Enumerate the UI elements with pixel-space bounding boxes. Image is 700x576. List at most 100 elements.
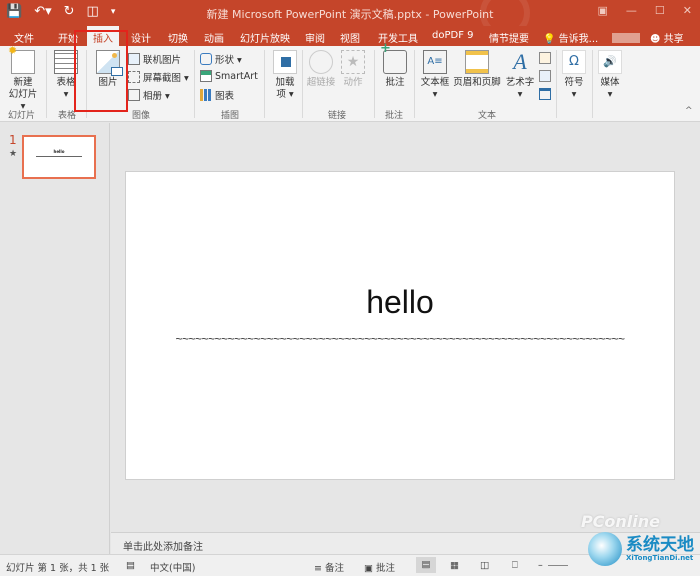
- action-label: 动作: [343, 77, 363, 88]
- smartart-button[interactable]: SmartArt: [200, 70, 258, 82]
- title-bar: 💾 ↶▾ ↻ ◫ ▾ 新建 Microsoft PowerPoint 演示文稿.…: [0, 0, 700, 26]
- tell-me-label: 告诉我...: [558, 34, 599, 45]
- group-label-illustrations: 插图: [221, 111, 240, 121]
- symbols-button[interactable]: Ω 符号 ▾: [560, 50, 588, 101]
- notes-icon: ≡: [314, 563, 322, 574]
- pconline-watermark: PConline: [580, 512, 660, 531]
- hyperlink-button[interactable]: 超链接: [306, 50, 336, 89]
- user-account-blurred[interactable]: [612, 33, 640, 43]
- group-separator: [556, 50, 557, 118]
- zoom-slider[interactable]: [548, 565, 568, 566]
- annotation-highlight-box: [74, 30, 128, 112]
- online-pictures-icon: [128, 53, 140, 65]
- minimize-icon[interactable]: —: [626, 4, 637, 17]
- online-pictures-button[interactable]: 联机图片: [128, 52, 181, 66]
- notes-placeholder: 单击此处添加备注: [123, 542, 203, 553]
- tab-review[interactable]: 审阅: [305, 30, 325, 45]
- header-footer-button[interactable]: 页眉和页脚: [452, 50, 502, 89]
- omega-icon: Ω: [562, 50, 586, 74]
- window-title: 新建 Microsoft PowerPoint 演示文稿.pptx - Powe…: [206, 8, 494, 21]
- share-label: 共享: [663, 34, 684, 45]
- textbox-dropdown: ▾: [432, 89, 438, 100]
- site-name: 系统天地: [626, 535, 694, 555]
- reading-view-button[interactable]: ◫: [480, 560, 489, 571]
- tab-slideshow[interactable]: 幻灯片放映: [240, 30, 290, 45]
- slide-sorter-button[interactable]: ▦: [450, 560, 459, 571]
- thumbnail-title: hello: [53, 149, 65, 154]
- notes-toggle-label: 备注: [325, 563, 345, 574]
- shapes-icon: [200, 53, 212, 65]
- zoom-out-button[interactable]: –: [538, 560, 543, 571]
- slide-title[interactable]: hello: [126, 284, 674, 321]
- collapse-ribbon-button[interactable]: ^: [685, 106, 693, 116]
- tell-me-box[interactable]: 💡 告诉我...: [543, 30, 598, 45]
- tab-view[interactable]: 视图: [340, 30, 360, 45]
- share-button[interactable]: ☻ 共享: [650, 30, 684, 45]
- hyperlink-icon: [309, 50, 333, 74]
- media-button[interactable]: 🔊 媒体 ▾: [596, 50, 624, 101]
- store-icon: [273, 50, 297, 74]
- header-footer-icon: [465, 50, 489, 74]
- comment-label: 批注: [385, 77, 405, 88]
- media-label: 媒体: [600, 77, 620, 88]
- new-slide-button[interactable]: ✹ 新建 幻灯片 ▾: [6, 45, 40, 113]
- notes-toggle[interactable]: ≡ 备注: [314, 560, 344, 574]
- object-button[interactable]: [539, 88, 551, 100]
- symbols-dropdown: ▾: [571, 89, 577, 100]
- person-icon: ☻: [650, 34, 661, 45]
- textbox-icon: A≡: [423, 50, 447, 74]
- tab-animations[interactable]: 动画: [204, 30, 224, 45]
- media-dropdown: ▾: [607, 89, 613, 100]
- wordart-icon: A: [513, 49, 527, 74]
- tab-transitions[interactable]: 切换: [168, 30, 188, 45]
- wordart-dropdown: ▾: [517, 89, 523, 100]
- group-label-images: 图像: [132, 111, 151, 121]
- smartart-icon: [200, 70, 212, 82]
- addins-button[interactable]: 加载 项 ▾: [270, 50, 300, 101]
- action-star-icon: ★: [341, 50, 365, 74]
- slide-thumbnail[interactable]: hello: [22, 135, 96, 179]
- wordart-label: 艺术字: [505, 77, 535, 88]
- ribbon-display-icon[interactable]: ▣: [598, 4, 608, 17]
- slide-number-button[interactable]: [539, 70, 551, 82]
- textbox-button[interactable]: A≡ 文本框 ▾: [418, 50, 452, 101]
- thumbnail-subtitle-line: [36, 156, 82, 157]
- language-status[interactable]: 中文(中国): [150, 560, 195, 574]
- tab-storyboard[interactable]: 情节提要: [489, 30, 529, 45]
- date-time-icon: [539, 52, 551, 64]
- group-label-text: 文本: [478, 111, 497, 121]
- screenshot-button[interactable]: 屏幕截图 ▾: [128, 70, 189, 84]
- slide-subtitle[interactable]: ~~~~~~~~~~~~~~~~~~~~~~~~~~~~~~~~~~~~~~~~…: [126, 332, 674, 346]
- normal-view-button[interactable]: ▤: [416, 557, 436, 573]
- photo-album-button[interactable]: 相册 ▾: [128, 88, 170, 102]
- group-separator: [46, 50, 47, 118]
- spellcheck-icon[interactable]: ▤: [126, 560, 135, 571]
- maximize-icon[interactable]: ☐: [655, 4, 665, 17]
- group-label-comments: 批注: [385, 111, 404, 121]
- speaker-icon: 🔊: [598, 50, 622, 74]
- tab-file[interactable]: 文件: [14, 30, 34, 45]
- date-time-button[interactable]: [539, 52, 551, 64]
- slideshow-view-button[interactable]: ⎕: [512, 560, 518, 571]
- new-slide-label-1: 新建: [13, 77, 33, 88]
- chart-button[interactable]: 图表: [200, 88, 234, 102]
- new-slide-icon: ✹: [8, 45, 35, 74]
- slide-editor: hello ~~~~~~~~~~~~~~~~~~~~~~~~~~~~~~~~~~…: [111, 123, 700, 532]
- comments-toggle[interactable]: ▣ 批注: [364, 560, 395, 574]
- header-footer-label: 页眉和页脚: [453, 77, 501, 88]
- symbols-label: 符号: [564, 77, 584, 88]
- online-pictures-label: 联机图片: [143, 55, 182, 66]
- action-button[interactable]: ★ 动作: [340, 50, 366, 89]
- slide-canvas[interactable]: hello ~~~~~~~~~~~~~~~~~~~~~~~~~~~~~~~~~~…: [125, 171, 675, 480]
- smartart-label: SmartArt: [215, 70, 258, 82]
- wordart-button[interactable]: A 艺术字 ▾: [504, 50, 536, 101]
- shapes-button[interactable]: 形状 ▾: [200, 52, 242, 66]
- tab-design[interactable]: 设计: [131, 30, 151, 45]
- new-comment-button[interactable]: + 批注: [380, 42, 410, 89]
- group-separator: [194, 50, 195, 118]
- tab-dopdf[interactable]: doPDF 9: [432, 30, 474, 41]
- site-url: XiTongTianDi.net: [626, 554, 694, 562]
- close-icon[interactable]: ✕: [683, 4, 692, 17]
- site-watermark: 系统天地 XiTongTianDi.net: [588, 532, 694, 566]
- chart-label: 图表: [215, 91, 235, 102]
